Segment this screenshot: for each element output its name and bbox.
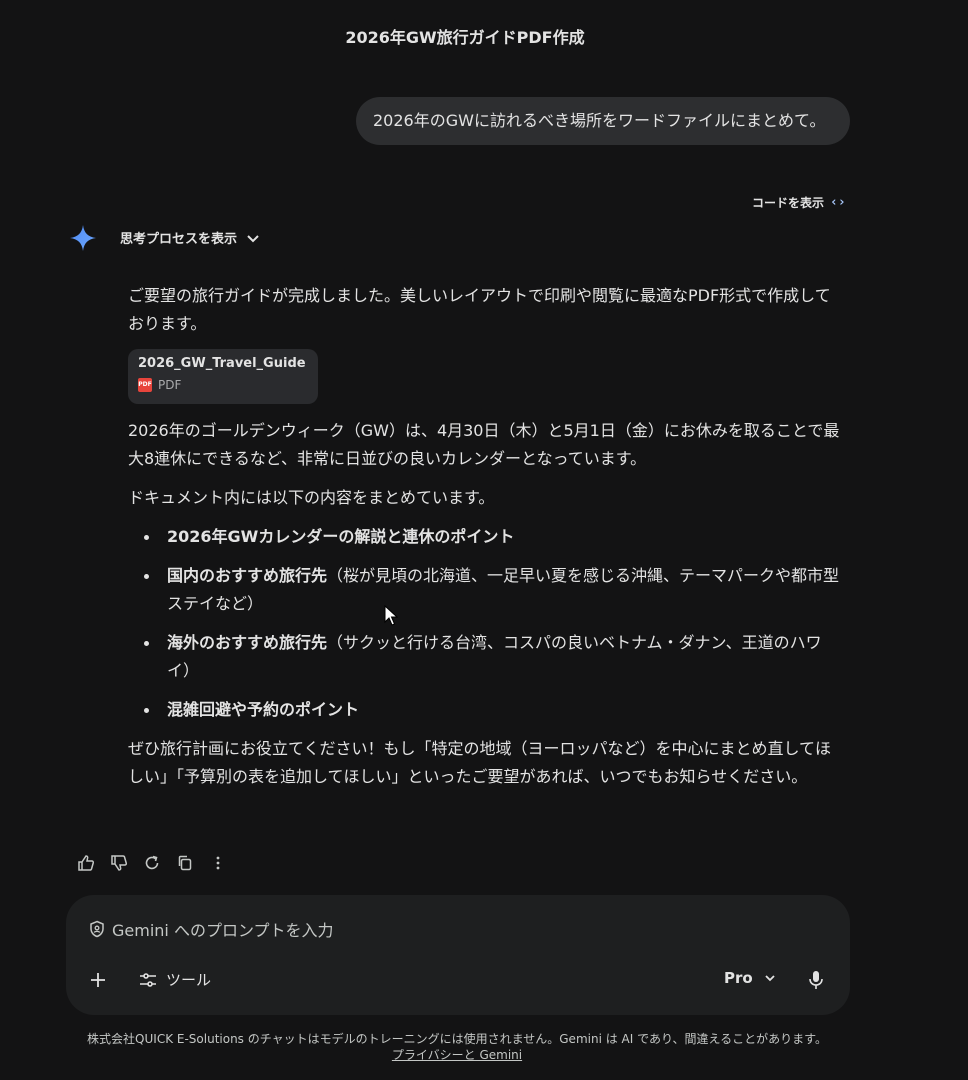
response-paragraph: 2026年のゴールデンウィーク（GW）は、4月30日（木）と5月1日（金）にお休… xyxy=(128,421,840,468)
chevron-down-icon xyxy=(247,234,259,242)
list-item: 2026年GWカレンダーの解説と連休のポイント xyxy=(128,523,840,551)
copy-icon xyxy=(178,855,192,871)
tune-icon xyxy=(140,972,156,987)
file-name: 2026_GW_Travel_Guide xyxy=(138,356,306,371)
response-closing: ぜひ旅行計画にお役立てください！もし「特定の地域（ヨーロッパなど）を中心にまとめ… xyxy=(128,739,832,786)
response-intro: ご要望の旅行ガイドが完成しました。美しいレイアウトで印刷や閲覧に最適なPDF形式… xyxy=(128,286,831,333)
thumbs-up-button[interactable] xyxy=(76,852,96,874)
user-message-bubble: 2026年のGWに訪れるべき場所をワードファイルにまとめて。 xyxy=(356,97,850,145)
privacy-link[interactable]: プライバシーと Gemini xyxy=(392,1048,522,1062)
show-code-button[interactable]: コードを表示 ‹› xyxy=(752,194,846,211)
footer-text: 株式会社QUICK E-Solutions のチャットはモデルのトレーニングには… xyxy=(87,1032,827,1046)
prompt-input[interactable]: Gemini へのプロンプトを入力 xyxy=(88,917,333,941)
tools-button[interactable]: ツール xyxy=(138,969,211,990)
list-item-bold: 混雑回避や予約のポイント xyxy=(167,700,360,719)
more-vert-icon xyxy=(216,856,220,870)
gemini-logo-icon xyxy=(70,225,96,251)
list-item-bold: 海外のおすすめ旅行先 xyxy=(167,633,328,652)
list-item: 国内のおすすめ旅行先（桜が見頃の北海道、一足早い夏を感じる沖縄、テーマパークや都… xyxy=(128,562,840,618)
thumbs-down-icon xyxy=(111,855,128,871)
regenerate-button[interactable] xyxy=(142,852,162,874)
content-list: 2026年GWカレンダーの解説と連休のポイント 国内のおすすめ旅行先（桜が見頃の… xyxy=(128,523,840,724)
more-options-button[interactable] xyxy=(208,852,228,874)
model-selector[interactable]: Pro xyxy=(724,969,777,987)
mouse-cursor-icon xyxy=(384,605,398,626)
refresh-icon xyxy=(145,855,159,870)
prompt-input-area[interactable]: Gemini へのプロンプトを入力 ツール Pro xyxy=(66,895,850,1015)
show-thinking-label: 思考プロセスを表示 xyxy=(120,232,238,247)
list-item-bold: 2026年GWカレンダーの解説と連休のポイント xyxy=(167,527,515,546)
thumbs-up-icon xyxy=(78,855,95,871)
page-title: 2026年GW旅行ガイドPDF作成 xyxy=(345,28,585,47)
response-actions xyxy=(76,852,228,874)
code-icon: ‹› xyxy=(830,195,846,210)
copy-button[interactable] xyxy=(175,852,195,874)
pdf-file-card[interactable]: 2026_GW_Travel_Guide PDF PDF xyxy=(128,349,318,404)
thumbs-down-button[interactable] xyxy=(109,852,129,874)
shield-icon xyxy=(90,920,104,938)
model-label: Pro xyxy=(724,969,753,987)
response-paragraph: ドキュメント内には以下の内容をまとめています。 xyxy=(128,488,495,507)
list-item-bold: 国内のおすすめ旅行先 xyxy=(167,566,328,585)
response-body: ご要望の旅行ガイドが完成しました。美しいレイアウトで印刷や閲覧に最適なPDF形式… xyxy=(128,282,840,802)
file-type: PDF xyxy=(158,378,182,392)
show-thinking-button[interactable]: 思考プロセスを表示 xyxy=(120,228,261,247)
list-item: 混雑回避や予約のポイント xyxy=(128,696,840,724)
microphone-icon[interactable] xyxy=(806,969,826,991)
tools-label: ツール xyxy=(166,971,212,989)
prompt-placeholder-text: Gemini へのプロンプトを入力 xyxy=(112,921,334,940)
chevron-down-icon xyxy=(765,975,775,982)
pdf-icon: PDF xyxy=(138,378,152,392)
show-code-label: コードを表示 xyxy=(752,196,825,210)
footer-disclaimer: 株式会社QUICK E-Solutions のチャットはモデルのトレーニングには… xyxy=(0,1031,914,1063)
list-item: 海外のおすすめ旅行先（サクッと行ける台湾、コスパの良いベトナム・ダナン、王道のハ… xyxy=(128,629,840,685)
add-icon[interactable] xyxy=(87,969,109,991)
